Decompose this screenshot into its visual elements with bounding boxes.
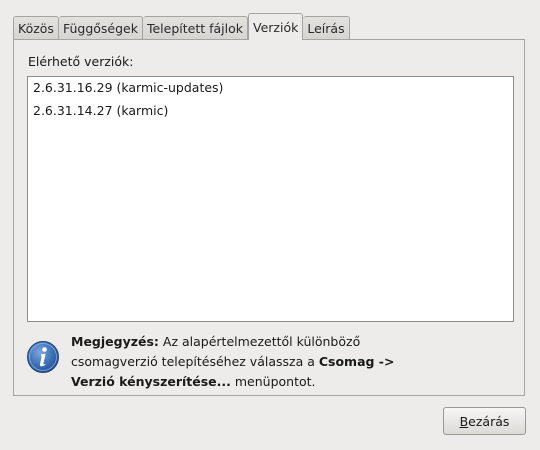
close-label: ezárás xyxy=(468,413,510,429)
tab-label: Telepített fájlok xyxy=(146,21,244,36)
info-icon xyxy=(26,340,60,374)
versions-list[interactable]: 2.6.31.16.29 (karmic-updates) 2.6.31.14.… xyxy=(27,76,514,322)
list-item[interactable]: 2.6.31.16.29 (karmic-updates) xyxy=(33,78,223,98)
list-item[interactable]: 2.6.31.14.27 (karmic) xyxy=(33,101,168,121)
tab-common[interactable]: Közös xyxy=(13,16,59,40)
tab-installed-files[interactable]: Telepített fájlok xyxy=(142,16,249,40)
tab-bar: Közös Függőségek Telepített fájlok Verzi… xyxy=(13,13,350,40)
note-suffix: menüpontot. xyxy=(230,374,316,389)
close-mnemonic: B xyxy=(459,413,469,429)
note-text: Megjegyzés: Az alapértelmezettől különbö… xyxy=(71,332,416,392)
tab-versions[interactable]: Verziók xyxy=(248,13,304,40)
package-properties-dialog: Közös Függőségek Telepített fájlok Verzi… xyxy=(0,0,540,450)
tab-label: Függőségek xyxy=(62,21,138,36)
versions-panel: Elérhető verziók: 2.6.31.16.29 (karmic-u… xyxy=(13,39,525,396)
close-button[interactable]: Bezárás xyxy=(443,407,526,435)
tab-dependencies[interactable]: Függőségek xyxy=(58,16,143,40)
tab-description[interactable]: Leírás xyxy=(303,16,350,40)
tab-label: Közös xyxy=(18,21,54,36)
available-versions-label: Elérhető verziók: xyxy=(28,54,134,69)
tab-label: Leírás xyxy=(307,21,345,36)
note-prefix: Megjegyzés: xyxy=(71,334,159,349)
tab-label: Verziók xyxy=(253,19,299,35)
